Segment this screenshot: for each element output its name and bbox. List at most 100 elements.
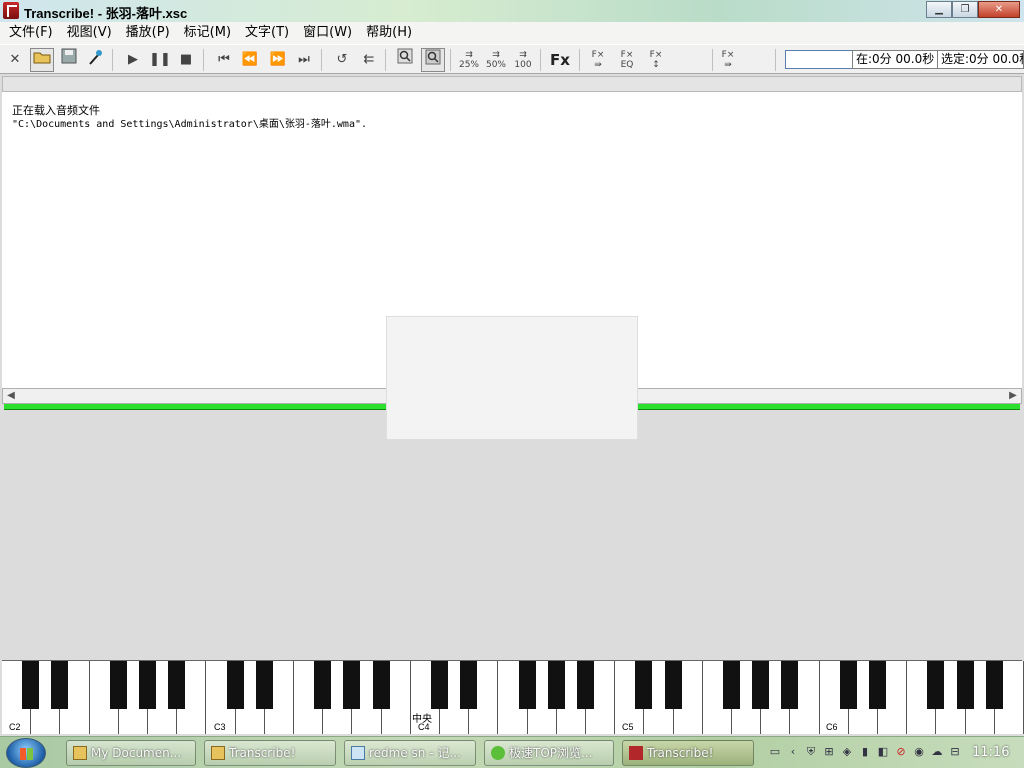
status-field-blank	[785, 50, 853, 69]
menu-help[interactable]: 帮助(H)	[359, 22, 419, 44]
loading-dialog	[386, 316, 638, 440]
task-browser[interactable]: 极速TOP浏览...	[484, 740, 614, 766]
keyboard-icon[interactable]: ▭	[768, 745, 782, 759]
position-readout: 在:0分 00.0秒	[852, 50, 938, 69]
signal-icon[interactable]: ▮	[858, 745, 872, 759]
task-label: Transcribe!	[229, 746, 296, 760]
zoom-in-icon[interactable]	[393, 48, 417, 72]
stop-icon[interactable]: ■	[174, 48, 198, 72]
piano-black-key[interactable]	[22, 661, 40, 709]
loading-file-path: "C:\Documents and Settings\Administrator…	[12, 119, 368, 130]
title-bar: Transcribe! - 张羽-落叶.xsc ▁ ❐ ✕	[0, 0, 1024, 22]
menu-text[interactable]: 文字(T)	[238, 22, 296, 44]
speed-50-button[interactable]: ⇉ 50%	[484, 48, 508, 72]
shield-icon[interactable]: ⛨	[804, 745, 818, 759]
network-icon[interactable]: ⊞	[822, 745, 836, 759]
minimize-button[interactable]: ▁	[926, 1, 952, 18]
task-notepad[interactable]: redme sn - 记...	[344, 740, 476, 766]
piano-black-key[interactable]	[431, 661, 448, 709]
input-method-icon[interactable]: ⊟	[948, 745, 962, 759]
piano-black-key[interactable]	[547, 661, 565, 709]
piano-black-key[interactable]	[781, 661, 799, 709]
weather-icon[interactable]: ☁	[930, 745, 944, 759]
pause-icon[interactable]: ❚❚	[148, 48, 172, 72]
piano-black-key[interactable]	[343, 661, 361, 709]
window-controls: ▁ ❐ ✕	[926, 1, 1020, 18]
microphone-icon[interactable]	[84, 48, 108, 72]
app-tray-icon[interactable]: ◧	[876, 745, 890, 759]
start-button[interactable]	[6, 738, 46, 768]
alert-icon[interactable]: ⊘	[894, 745, 908, 759]
split-icon[interactable]: ⇇	[357, 48, 381, 72]
menu-file[interactable]: 文件(F)	[2, 22, 60, 44]
skip-to-end-icon[interactable]: ⏭	[292, 48, 316, 72]
piano-black-key[interactable]	[839, 661, 857, 709]
task-transcribe-2[interactable]: Transcribe!	[622, 740, 754, 766]
folder-icon	[211, 746, 225, 760]
scroll-right-icon[interactable]: ▶	[1005, 389, 1021, 403]
menu-bar: 文件(F) 视图(V) 播放(P) 标记(M) 文字(T) 窗口(W) 帮助(H…	[0, 22, 1024, 44]
piano-black-key[interactable]	[752, 661, 770, 709]
piano-black-key[interactable]	[109, 661, 127, 709]
menu-marker[interactable]: 标记(M)	[177, 22, 238, 44]
piano-black-key[interactable]	[255, 661, 273, 709]
zoom-out-icon[interactable]	[421, 48, 445, 72]
speed-arrows-icon: ⇉	[492, 50, 500, 60]
fx-small-label: F×	[620, 50, 634, 60]
task-my-documents[interactable]: My Documen...	[66, 740, 196, 766]
piano-black-key[interactable]	[723, 661, 740, 709]
save-icon[interactable]	[57, 48, 81, 72]
close-button[interactable]: ✕	[978, 1, 1020, 18]
piano-black-key[interactable]	[226, 661, 244, 709]
piano-black-key[interactable]	[635, 661, 653, 709]
fx-eq-button[interactable]: F× EQ	[615, 48, 639, 72]
piano-black-key[interactable]	[956, 661, 974, 709]
fx-pitch-icon[interactable]: F× ↕	[644, 48, 668, 72]
key-label-c4: C4	[418, 722, 430, 732]
fx-forward-icon[interactable]: F× ⇛	[716, 48, 740, 72]
piano-black-key[interactable]	[139, 661, 156, 709]
skip-to-start-icon[interactable]: ⏮	[212, 48, 236, 72]
sync-icon[interactable]: ◉	[912, 745, 926, 759]
menu-window[interactable]: 窗口(W)	[296, 22, 359, 44]
open-folder-icon[interactable]	[30, 48, 54, 72]
piano-black-key[interactable]	[985, 661, 1003, 709]
task-transcribe-1[interactable]: Transcribe!	[204, 740, 336, 766]
piano-black-key[interactable]	[927, 661, 945, 709]
task-label: Transcribe!	[647, 746, 714, 760]
close-file-icon[interactable]: ✕	[3, 48, 27, 72]
rewind-icon[interactable]: ⏪	[238, 48, 262, 72]
restore-button[interactable]: ❐	[952, 1, 978, 18]
piano-black-key[interactable]	[460, 661, 478, 709]
fast-forward-icon[interactable]: ⏩	[266, 48, 290, 72]
system-tray: ▭ ‹ ⛨ ⊞ ◈ ▮ ◧ ⊘ ◉ ☁ ⊟	[768, 741, 968, 765]
piano-keyboard[interactable]: C2 C3 中央 C4 C5 C6	[2, 660, 1024, 734]
fx-button[interactable]: Fx	[548, 48, 572, 72]
piano-black-key[interactable]	[314, 661, 332, 709]
fx-output-icon[interactable]: F× ⇛	[586, 48, 610, 72]
transcribe-icon	[629, 746, 643, 760]
security-icon[interactable]: ◈	[840, 745, 854, 759]
piano-black-key[interactable]	[664, 661, 682, 709]
key-label-c3: C3	[214, 722, 226, 732]
speed-50-label: 50%	[485, 60, 506, 70]
play-icon[interactable]: ▶	[121, 48, 145, 72]
taskbar: My Documen... Transcribe! redme sn - 记..…	[0, 736, 1024, 768]
waveform-ruler[interactable]	[2, 76, 1022, 92]
menu-play[interactable]: 播放(P)	[119, 22, 177, 44]
piano-black-key[interactable]	[577, 661, 594, 709]
menu-view[interactable]: 视图(V)	[60, 22, 119, 44]
chevron-left-icon[interactable]: ‹	[786, 745, 800, 759]
transcribe-app-icon[interactable]	[3, 2, 19, 19]
scroll-left-icon[interactable]: ◀	[3, 389, 19, 403]
speed-25-button[interactable]: ⇉ 25%	[457, 48, 481, 72]
speed-100-button[interactable]: ⇉ 100	[511, 48, 535, 72]
key-label-c2: C2	[9, 722, 21, 732]
piano-black-key[interactable]	[168, 661, 186, 709]
piano-black-key[interactable]	[372, 661, 390, 709]
key-label-c6: C6	[826, 722, 838, 732]
piano-black-key[interactable]	[51, 661, 69, 709]
piano-black-key[interactable]	[518, 661, 536, 709]
loop-icon[interactable]: ↺	[330, 48, 354, 72]
piano-black-key[interactable]	[869, 661, 886, 709]
